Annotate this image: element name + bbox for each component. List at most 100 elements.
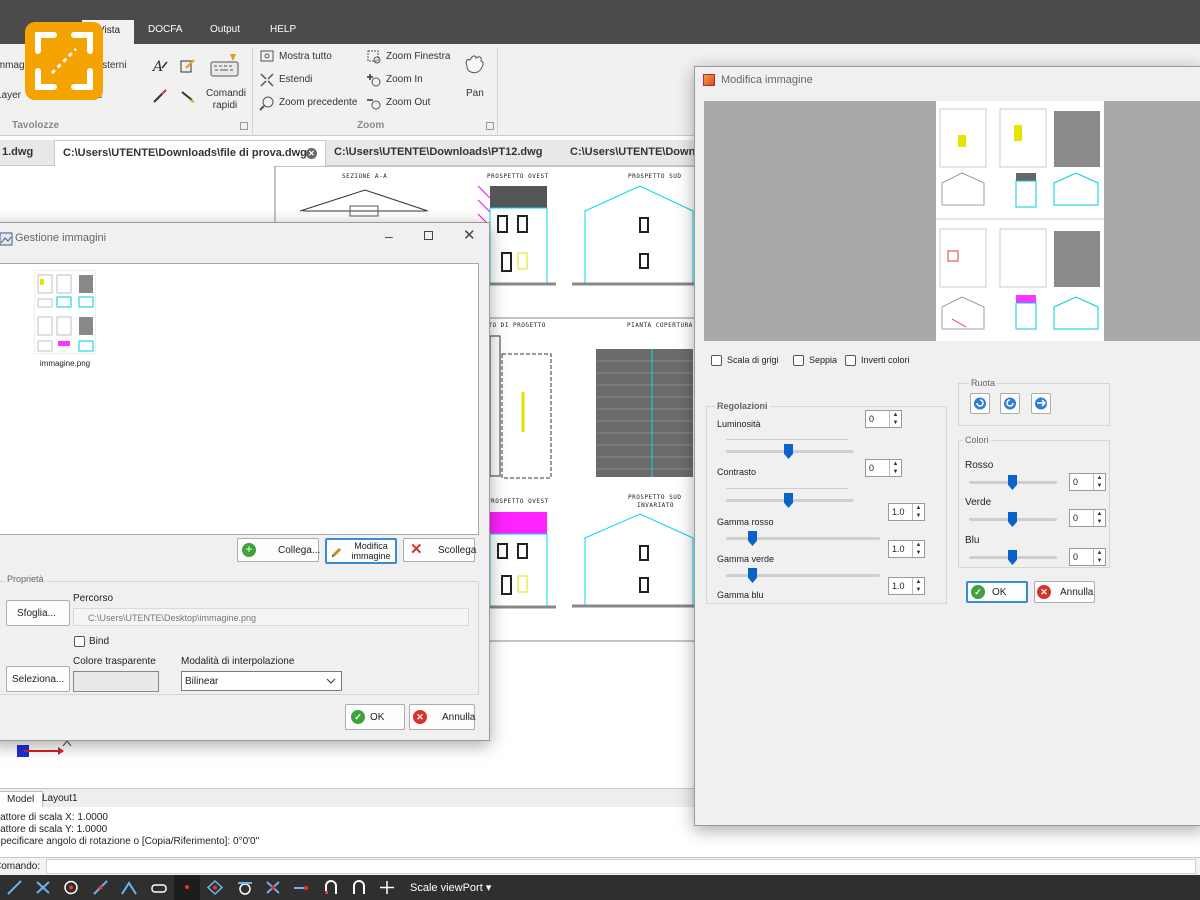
- polar-tracking-icon[interactable]: [350, 879, 368, 896]
- doc-tab-pt12[interactable]: C:\Users\UTENTE\Downloads\PT12.dwg: [326, 140, 562, 166]
- rotate-180-button[interactable]: [1031, 393, 1051, 414]
- snap-nearest-icon[interactable]: [150, 879, 168, 896]
- zoom-out-icon[interactable]: [366, 95, 382, 111]
- menu-tab-help[interactable]: HELP: [270, 24, 296, 35]
- colore-trasparente-swatch[interactable]: [73, 671, 159, 692]
- ribbon-pan[interactable]: Pan: [466, 88, 484, 99]
- spinner-arrows[interactable]: ▲ ▼: [1093, 510, 1105, 526]
- image-list[interactable]: immagine.png: [0, 263, 479, 535]
- edit-pen-icon[interactable]: [180, 58, 196, 74]
- scollega-button[interactable]: ✕ Scollega: [403, 538, 476, 562]
- command-history: Fattore di scala X: 1.0000 Fattore di sc…: [0, 808, 700, 856]
- match-properties-icon[interactable]: [180, 88, 196, 104]
- snap-apparent-icon[interactable]: [264, 879, 282, 896]
- snap-extension-icon[interactable]: [292, 879, 310, 896]
- spinner-arrows[interactable]: ▲ ▼: [912, 578, 924, 594]
- spinner-arrows[interactable]: ▲ ▼: [1093, 549, 1105, 565]
- tavolozze-launcher[interactable]: [240, 122, 248, 130]
- spinner-arrows[interactable]: ▲ ▼: [889, 460, 901, 476]
- scala-grigi-checkbox[interactable]: [711, 355, 722, 366]
- node-dot-icon: [185, 885, 189, 889]
- spinner-arrows[interactable]: ▲ ▼: [912, 504, 924, 520]
- snap-tangent-icon[interactable]: [236, 879, 254, 896]
- modifica-ok-button[interactable]: ✓ OK: [966, 581, 1028, 603]
- snap-endpoint-icon[interactable]: [6, 879, 24, 896]
- spinner-arrows[interactable]: ▲ ▼: [1093, 474, 1105, 490]
- snap-center-icon[interactable]: [62, 879, 80, 896]
- sfoglia-button[interactable]: Sfoglia...: [6, 600, 70, 626]
- snap-perpendicular-icon[interactable]: [120, 879, 138, 896]
- contrasto-value: 0: [869, 463, 875, 473]
- gestione-ok-button[interactable]: ✓ OK: [345, 704, 405, 730]
- doc-tab-file-di-prova[interactable]: C:\Users\UTENTE\Downloads\file di prova.…: [54, 140, 326, 166]
- gamma-rosso-spinner[interactable]: 1.0 ▲ ▼: [888, 503, 925, 521]
- pan-hand-icon[interactable]: [461, 52, 487, 78]
- zoom-extents-icon[interactable]: [259, 72, 275, 88]
- interpolazione-select[interactable]: Bilinear: [181, 671, 342, 691]
- maximize-icon[interactable]: [424, 231, 433, 240]
- interpolazione-label: Modalità di interpolazione: [181, 656, 295, 667]
- spinner-arrows[interactable]: ▲ ▼: [889, 411, 901, 427]
- snap-node-active[interactable]: [174, 875, 200, 900]
- menu-tab-output[interactable]: Output: [210, 24, 240, 35]
- add-icon: +: [242, 543, 256, 557]
- magnet-icon[interactable]: [322, 879, 340, 896]
- ribbon-layer[interactable]: Layer: [0, 90, 21, 101]
- label-prospetto-ovest: PROSPETTO OVEST: [487, 173, 549, 180]
- ribbon-zoom-out[interactable]: Zoom Out: [386, 97, 430, 108]
- blu-spinner[interactable]: 0 ▲ ▼: [1069, 548, 1106, 566]
- scale-viewport-dropdown[interactable]: Scale viewPort ▾: [410, 881, 491, 894]
- snap-intersection-icon[interactable]: [34, 879, 52, 896]
- zoom-in-icon[interactable]: [366, 72, 382, 88]
- zoom-previous-icon[interactable]: [259, 95, 275, 111]
- menu-tab-docfa[interactable]: DOCFA: [148, 24, 182, 35]
- brush-icon[interactable]: [152, 88, 168, 104]
- doc-tab-1[interactable]: 1.dwg: [0, 140, 54, 166]
- seleziona-button[interactable]: Seleziona...: [6, 666, 70, 692]
- seppia-checkbox[interactable]: [793, 355, 804, 366]
- check-icon: ✓: [351, 710, 365, 724]
- app-logo-icon: [25, 22, 103, 100]
- verde-spinner[interactable]: 0 ▲ ▼: [1069, 509, 1106, 527]
- ribbon-zoom-in[interactable]: Zoom In: [386, 74, 423, 85]
- ribbon-zoom-finestra[interactable]: Zoom Finestra: [386, 51, 450, 62]
- gamma-verde-spinner[interactable]: 1.0 ▲ ▼: [888, 540, 925, 558]
- spinner-arrows[interactable]: ▲ ▼: [912, 541, 924, 557]
- ribbon-comandi-rapidi[interactable]: Comandi rapidi: [206, 88, 246, 112]
- command-input[interactable]: [46, 859, 1196, 874]
- ribbon-riferimenti-esterni[interactable]: Riferimenti esterni: [102, 60, 142, 71]
- inverti-checkbox[interactable]: [845, 355, 856, 366]
- zoom-all-icon[interactable]: [259, 49, 275, 65]
- collega-button[interactable]: + Collega...: [237, 538, 320, 562]
- keyboard-icon[interactable]: [210, 52, 240, 80]
- image-thumbnail[interactable]: [34, 270, 96, 354]
- rotate-right-button[interactable]: [1000, 393, 1020, 414]
- snap-quadrant-icon[interactable]: [206, 879, 224, 896]
- minimize-icon[interactable]: –: [385, 228, 393, 244]
- percorso-field[interactable]: C:\Users\UTENTE\Desktop\immagine.png: [73, 608, 469, 626]
- rotate-left-button[interactable]: [970, 393, 990, 414]
- sfoglia-label: Sfoglia...: [17, 608, 56, 619]
- zoom-launcher[interactable]: [486, 122, 494, 130]
- ribbon-mostra-tutto[interactable]: Mostra tutto: [279, 51, 332, 62]
- bind-checkbox[interactable]: [74, 636, 85, 647]
- modifica-annulla-button[interactable]: ✕ Annulla: [1034, 581, 1095, 603]
- contrasto-spinner[interactable]: 0 ▲ ▼: [865, 459, 902, 477]
- rosso-spinner[interactable]: 0 ▲ ▼: [1069, 473, 1106, 491]
- luminosita-spinner[interactable]: 0 ▲ ▼: [865, 410, 902, 428]
- gamma-blu-spinner[interactable]: 1.0 ▲ ▼: [888, 577, 925, 595]
- gamma-rosso-value: 1.0: [892, 507, 905, 517]
- ribbon-zoom-precedente[interactable]: Zoom precedente: [279, 97, 357, 108]
- snap-midpoint-icon[interactable]: [92, 879, 110, 896]
- modifica-immagine-button[interactable]: Modifica immagine: [325, 538, 397, 564]
- doc-tab-pt12-b[interactable]: C:\Users\UTENTE\Downloads\PT12.dwg: [562, 140, 702, 166]
- gestione-annulla-button[interactable]: ✕ Annulla: [409, 704, 475, 730]
- close-icon[interactable]: ✕: [463, 226, 476, 244]
- close-tab-icon[interactable]: ✕: [306, 148, 317, 159]
- tick-marks: [726, 439, 848, 442]
- ribbon-estendi[interactable]: Estendi: [279, 74, 312, 85]
- crosshair-icon[interactable]: [378, 879, 396, 896]
- text-style-icon[interactable]: A: [152, 58, 168, 74]
- tab-layout1[interactable]: Layout1: [34, 791, 86, 807]
- zoom-window-icon[interactable]: [366, 49, 382, 65]
